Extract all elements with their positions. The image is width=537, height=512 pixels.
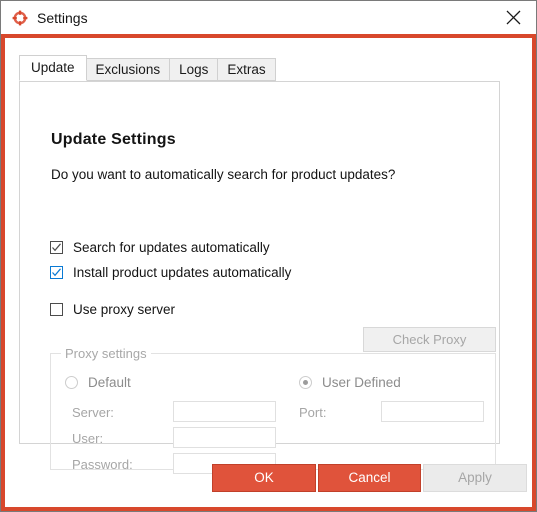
close-icon <box>506 10 521 25</box>
tab-logs[interactable]: Logs <box>169 58 219 81</box>
checkmark-icon <box>52 243 61 252</box>
radio-default[interactable]: Default <box>65 375 131 390</box>
settings-window: Settings Update Exclusions Logs Extras U… <box>0 0 537 512</box>
close-button[interactable] <box>491 1 536 34</box>
checkbox-label: Search for updates automatically <box>73 240 270 255</box>
target-crosshair-icon <box>12 10 28 25</box>
ok-button[interactable]: OK <box>212 464 316 492</box>
radio-indicator <box>299 376 312 389</box>
checkbox-box <box>50 303 63 316</box>
checkbox-box <box>50 241 63 254</box>
server-input[interactable] <box>173 401 276 422</box>
checkbox-search-updates[interactable]: Search for updates automatically <box>50 240 270 255</box>
radio-label: User Defined <box>322 375 401 390</box>
checkbox-install-updates[interactable]: Install product updates automatically <box>50 265 291 280</box>
proxy-settings-legend: Proxy settings <box>61 346 151 361</box>
radio-indicator <box>65 376 78 389</box>
checkbox-box <box>50 266 63 279</box>
proxy-settings-group: Proxy settings Default User Defined Serv… <box>50 346 496 474</box>
cancel-button[interactable]: Cancel <box>318 464 421 492</box>
user-label: User: <box>72 431 104 446</box>
page-description: Do you want to automatically search for … <box>51 167 396 182</box>
port-label: Port: <box>299 405 327 420</box>
tab-update[interactable]: Update <box>19 55 87 81</box>
radio-label: Default <box>88 375 131 390</box>
user-input[interactable] <box>173 427 276 448</box>
tab-extras[interactable]: Extras <box>217 58 276 81</box>
tab-panel-update: Update Settings Do you want to automatic… <box>19 81 500 474</box>
port-input[interactable] <box>381 401 484 422</box>
check-proxy-button[interactable]: Check Proxy <box>363 327 496 352</box>
title-bar: Settings <box>1 1 536 34</box>
tab-exclusions[interactable]: Exclusions <box>85 58 171 81</box>
tab-strip: Update Exclusions Logs Extras <box>19 55 276 81</box>
server-label: Server: <box>72 405 114 420</box>
radio-user-defined[interactable]: User Defined <box>299 375 401 390</box>
checkbox-use-proxy-server[interactable]: Use proxy server <box>50 302 175 317</box>
checkmark-icon <box>52 268 61 277</box>
password-label: Password: <box>72 457 133 472</box>
page-title: Update Settings <box>51 131 176 148</box>
checkbox-label: Use proxy server <box>73 302 176 317</box>
checkbox-label: Install product updates automatically <box>73 265 292 280</box>
window-title: Settings <box>37 9 88 26</box>
dialog-body: Update Exclusions Logs Extras Update Set… <box>1 34 536 511</box>
apply-button[interactable]: Apply <box>423 464 527 492</box>
